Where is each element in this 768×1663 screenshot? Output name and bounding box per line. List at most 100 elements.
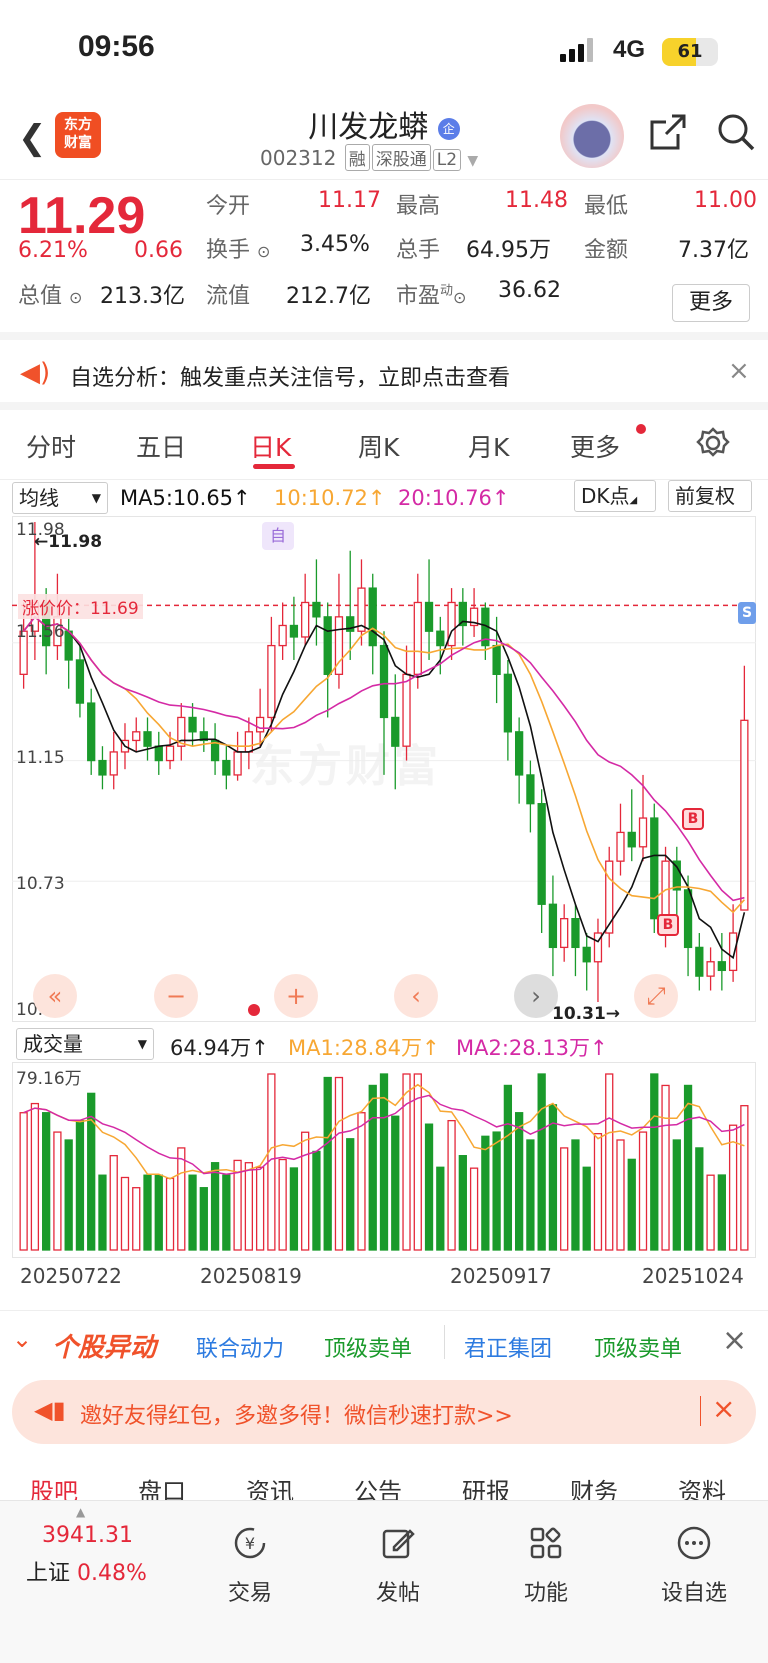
scroll-left-icon[interactable]: ‹ — [394, 974, 438, 1018]
volume-bar — [560, 1147, 569, 1251]
dk-point-button[interactable]: DK点◢ — [574, 480, 656, 512]
volume-bar — [605, 1073, 614, 1251]
volume-bar — [706, 1174, 715, 1251]
movement-item-3[interactable]: 君正集团 — [464, 1331, 552, 1363]
candle-body — [695, 946, 704, 977]
tab-forum[interactable]: 股吧 — [30, 1472, 78, 1502]
tab-monthly-k[interactable]: 月K — [468, 428, 509, 464]
ma20-value: 20:10.76↑ — [398, 486, 510, 510]
zoom-in-icon[interactable]: + — [274, 974, 318, 1018]
tab-weekly-k[interactable]: 周K — [358, 428, 399, 464]
scroll-right-icon[interactable]: › — [514, 974, 558, 1018]
volume-bar — [154, 1174, 163, 1251]
movement-item-1[interactable]: 联合动力 — [196, 1331, 284, 1363]
volume-bar — [379, 1073, 389, 1251]
volume-bar — [98, 1174, 107, 1251]
volume-bar — [323, 1076, 332, 1251]
share-icon[interactable] — [648, 112, 688, 152]
divider — [700, 1396, 701, 1426]
invite-banner[interactable]: ◀▮ 邀好友得红包，多邀多得！微信秒速打款>> × — [12, 1380, 756, 1444]
candle-body — [255, 716, 265, 733]
chevron-down-icon[interactable]: ⌄ — [12, 1325, 32, 1353]
nav-trade[interactable]: ¥ 交易 — [190, 1525, 310, 1607]
fullscreen-icon[interactable]: ⤢ — [634, 974, 678, 1018]
open-value: 11.17 — [318, 188, 381, 213]
volume-bar — [469, 1167, 479, 1251]
analysis-notice[interactable]: ◀) 自选分析：触发重点关注信号，立即点击查看 × — [0, 340, 768, 410]
candle-body — [98, 759, 107, 776]
zoom-out-icon[interactable]: − — [154, 974, 198, 1018]
volume-bar — [650, 1073, 659, 1251]
volume-bar — [244, 1162, 254, 1251]
battery-level: 61 — [677, 41, 703, 62]
index-value[interactable]: 3941.31 — [42, 1523, 133, 1548]
mktcap-value: 213.3亿 — [100, 284, 185, 309]
volume-bar — [222, 1174, 231, 1251]
movement-item-2[interactable]: 顶级卖单 — [324, 1331, 412, 1363]
candle-body — [75, 659, 85, 704]
info-icon: ⊙ — [257, 242, 271, 261]
red-dot-badge — [636, 424, 646, 434]
low-value: 11.00 — [694, 188, 757, 213]
date-label-2: 20250819 — [200, 1264, 302, 1288]
candle-body — [379, 644, 389, 719]
settings-gear-icon[interactable] — [696, 426, 730, 460]
nav-post[interactable]: 发帖 — [338, 1525, 458, 1607]
movement-item-4[interactable]: 顶级卖单 — [594, 1331, 682, 1363]
nav-functions[interactable]: 功能 — [486, 1525, 606, 1607]
candle-body — [537, 803, 546, 905]
movement-title: 个股异动 — [52, 1333, 157, 1363]
self-select-marker: 自 — [262, 522, 294, 550]
volume-bar — [436, 1166, 445, 1251]
bottom-nav: ▲ 3941.31 上证 0.48% ¥ 交易 发帖 功能 设自选 — [0, 1500, 768, 1663]
tab-orderbook[interactable]: 盘口 — [138, 1472, 186, 1502]
tab-daily-k[interactable]: 日K — [250, 428, 291, 464]
candle-body — [436, 630, 445, 647]
tab-more[interactable]: 更多 — [570, 428, 620, 464]
buy-marker: B — [682, 808, 704, 830]
chevron-down-icon: ▼ — [467, 153, 479, 169]
candle-body — [424, 601, 434, 632]
tab-intraday[interactable]: 分时 — [26, 428, 76, 464]
ma-select[interactable]: 均线 ▼ — [12, 482, 108, 514]
stock-movement-bar[interactable]: ⌄ 个股异动 联合动力 顶级卖单 君正集团 顶级卖单 × — [0, 1310, 768, 1374]
volume-bar — [42, 1112, 51, 1251]
kline-chart[interactable] — [12, 516, 756, 1022]
candle-body — [222, 759, 231, 776]
volume-chart[interactable] — [12, 1062, 756, 1258]
candle-body — [526, 774, 535, 805]
close-icon[interactable]: × — [722, 1323, 747, 1358]
tab-research[interactable]: 研报 — [462, 1472, 510, 1502]
adjust-button[interactable]: 前复权 — [668, 480, 752, 512]
volume-bar — [199, 1187, 208, 1251]
volume-bar — [548, 1104, 558, 1251]
volume-bar — [289, 1167, 299, 1251]
tab-five-day[interactable]: 五日 — [136, 428, 186, 464]
more-button[interactable]: 更多 — [672, 284, 750, 322]
tag-l2: L2 — [432, 149, 462, 171]
quote-panel: 11.29 6.21% 0.66 总值 ⊙ 213.3亿 今开 11.17 最高… — [0, 180, 768, 340]
assistant-avatar-icon[interactable] — [560, 104, 624, 168]
tab-profile[interactable]: 资料 — [678, 1472, 726, 1502]
volume-select[interactable]: 成交量 ▼ — [16, 1028, 154, 1060]
tab-finance[interactable]: 财务 — [570, 1472, 618, 1502]
candle-body — [728, 932, 738, 972]
info-icon: ⊙ — [69, 288, 83, 307]
close-icon[interactable]: × — [712, 1392, 735, 1425]
search-icon[interactable] — [716, 112, 756, 152]
grid-icon — [530, 1527, 562, 1559]
nav-add-watchlist[interactable]: 设自选 — [634, 1525, 754, 1607]
tab-announcements[interactable]: 公告 — [354, 1472, 402, 1502]
volume-bar — [616, 1139, 625, 1251]
volume-bar — [638, 1131, 648, 1251]
candle-body — [706, 961, 715, 977]
speaker-icon: ◀) — [20, 358, 51, 388]
fast-back-icon[interactable]: « — [33, 974, 77, 1018]
tab-news[interactable]: 资讯 — [246, 1472, 294, 1502]
close-icon[interactable]: × — [728, 356, 750, 386]
vol-ma2-value: MA2:28.13万↑ — [456, 1036, 608, 1060]
volume-bar — [75, 1119, 85, 1251]
stock-code-line[interactable]: 002312 融深股通 L2 ▼ — [260, 144, 478, 171]
volume-bar — [233, 1159, 242, 1251]
index-ticker[interactable]: 上证 0.48% — [26, 1555, 147, 1587]
